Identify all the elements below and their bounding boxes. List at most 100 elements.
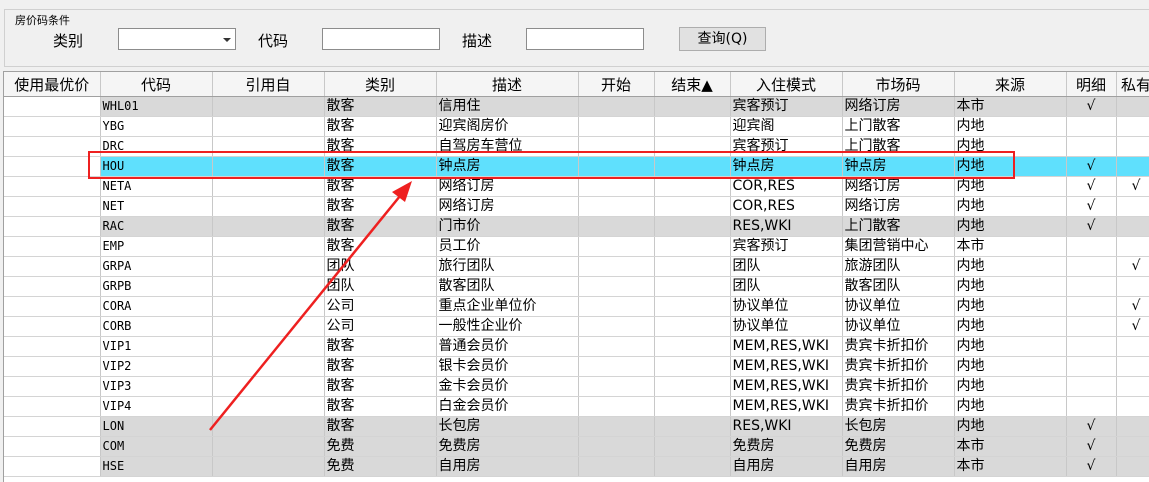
table-row[interactable]: LON 散客 长包房 RES,WKI 长包房 内地 √ [4,416,1149,437]
cell-ref-from[interactable] [212,216,325,237]
cell-ref-from[interactable] [212,96,325,117]
cell-code[interactable]: VIP4 [100,396,213,417]
cell-detail[interactable] [1066,256,1117,277]
cell-private[interactable] [1116,196,1149,217]
cell-category[interactable]: 散客 [324,176,437,197]
cell-code[interactable]: WHL01 [100,96,213,117]
cell-source[interactable]: 内地 [954,296,1067,317]
cell-best-price[interactable] [4,96,101,117]
cell-detail[interactable] [1066,136,1117,157]
cell-market-code[interactable]: 协议单位 [842,316,955,337]
table-row[interactable]: VIP1 散客 普通会员价 MEM,RES,WKI 贵宾卡折扣价 内地 [4,336,1149,357]
cell-code[interactable]: RAC [100,216,213,237]
cell-start[interactable] [578,136,655,157]
cell-best-price[interactable] [4,456,101,477]
cell-source[interactable]: 内地 [954,196,1067,217]
cell-end[interactable] [654,456,731,477]
cell-private[interactable] [1116,356,1149,377]
cell-end[interactable] [654,156,731,177]
cell-code[interactable]: VIP1 [100,336,213,357]
cell-checkin-mode[interactable]: 宾客预订 [730,136,843,157]
cell-market-code[interactable]: 长包房 [842,416,955,437]
cell-checkin-mode[interactable]: 团队 [730,256,843,277]
cell-market-code[interactable]: 贵宾卡折扣价 [842,336,955,357]
cell-private[interactable]: √ [1116,316,1149,337]
table-row[interactable]: RAC 散客 门市价 RES,WKI 上门散客 内地 √ [4,216,1149,237]
cell-detail[interactable]: √ [1066,176,1117,197]
cell-best-price[interactable] [4,276,101,297]
cell-private[interactable] [1116,376,1149,397]
cell-best-price[interactable] [4,236,101,257]
cell-description[interactable]: 自用房 [436,456,579,477]
query-button[interactable]: 查询(Q) [679,27,766,51]
category-select[interactable] [118,28,236,50]
table-row[interactable]: GRPB 团队 散客团队 团队 散客团队 内地 [4,276,1149,297]
cell-ref-from[interactable] [212,376,325,397]
cell-code[interactable]: DRC [100,136,213,157]
column-header-best-price[interactable]: 使用最优价 [4,72,101,97]
cell-ref-from[interactable] [212,136,325,157]
table-row[interactable]: GRPA 团队 旅行团队 团队 旅游团队 内地 √ [4,256,1149,277]
cell-description[interactable]: 白金会员价 [436,396,579,417]
cell-category[interactable]: 团队 [324,276,437,297]
cell-start[interactable] [578,376,655,397]
cell-source[interactable]: 内地 [954,216,1067,237]
cell-start[interactable] [578,416,655,437]
cell-private[interactable] [1116,456,1149,477]
cell-start[interactable] [578,436,655,457]
cell-source[interactable]: 内地 [954,316,1067,337]
cell-end[interactable] [654,216,731,237]
cell-category[interactable]: 散客 [324,116,437,137]
cell-market-code[interactable]: 免费房 [842,436,955,457]
table-row[interactable]: CORB 公司 一般性企业价 协议单位 协议单位 内地 √ [4,316,1149,337]
cell-ref-from[interactable] [212,176,325,197]
cell-best-price[interactable] [4,196,101,217]
cell-market-code[interactable]: 旅游团队 [842,256,955,277]
table-row[interactable]: DRC 散客 自驾房车营位 宾客预订 上门散客 内地 [4,136,1149,157]
cell-start[interactable] [578,256,655,277]
cell-checkin-mode[interactable]: 协议单位 [730,296,843,317]
column-header-checkin-mode[interactable]: 入住模式 [730,72,843,97]
cell-market-code[interactable]: 上门散客 [842,216,955,237]
cell-source[interactable]: 内地 [954,416,1067,437]
cell-checkin-mode[interactable]: MEM,RES,WKI [730,336,843,357]
rate-code-grid[interactable]: 使用最优价 代码 引用自 类别 描述 开始 结束▲ 入住模式 市场码 来源 明细… [3,71,1149,482]
cell-private[interactable] [1116,276,1149,297]
cell-code[interactable]: GRPA [100,256,213,277]
cell-category[interactable]: 散客 [324,336,437,357]
cell-ref-from[interactable] [212,296,325,317]
cell-checkin-mode[interactable]: COR,RES [730,176,843,197]
column-header-start[interactable]: 开始 [578,72,655,97]
cell-ref-from[interactable] [212,196,325,217]
cell-description[interactable]: 普通会员价 [436,336,579,357]
cell-ref-from[interactable] [212,456,325,477]
cell-checkin-mode[interactable]: 团队 [730,276,843,297]
cell-end[interactable] [654,356,731,377]
cell-checkin-mode[interactable]: MEM,RES,WKI [730,396,843,417]
cell-checkin-mode[interactable]: RES,WKI [730,216,843,237]
cell-best-price[interactable] [4,376,101,397]
cell-description[interactable]: 门市价 [436,216,579,237]
cell-description[interactable]: 金卡会员价 [436,376,579,397]
cell-ref-from[interactable] [212,336,325,357]
cell-detail[interactable] [1066,236,1117,257]
table-row[interactable]: VIP2 散客 银卡会员价 MEM,RES,WKI 贵宾卡折扣价 内地 [4,356,1149,377]
cell-ref-from[interactable] [212,316,325,337]
cell-category[interactable]: 散客 [324,396,437,417]
cell-market-code[interactable]: 散客团队 [842,276,955,297]
cell-end[interactable] [654,396,731,417]
cell-source[interactable]: 内地 [954,396,1067,417]
cell-checkin-mode[interactable]: 协议单位 [730,316,843,337]
cell-best-price[interactable] [4,116,101,137]
cell-market-code[interactable]: 网络订房 [842,196,955,217]
table-row[interactable]: YBG 散客 迎宾阁房价 迎宾阁 上门散客 内地 [4,116,1149,137]
cell-end[interactable] [654,136,731,157]
cell-best-price[interactable] [4,356,101,377]
cell-private[interactable] [1116,136,1149,157]
cell-code[interactable]: CORA [100,296,213,317]
cell-detail[interactable]: √ [1066,436,1117,457]
cell-start[interactable] [578,396,655,417]
cell-source[interactable]: 内地 [954,376,1067,397]
cell-category[interactable]: 散客 [324,356,437,377]
column-header-end[interactable]: 结束▲ [654,72,731,97]
